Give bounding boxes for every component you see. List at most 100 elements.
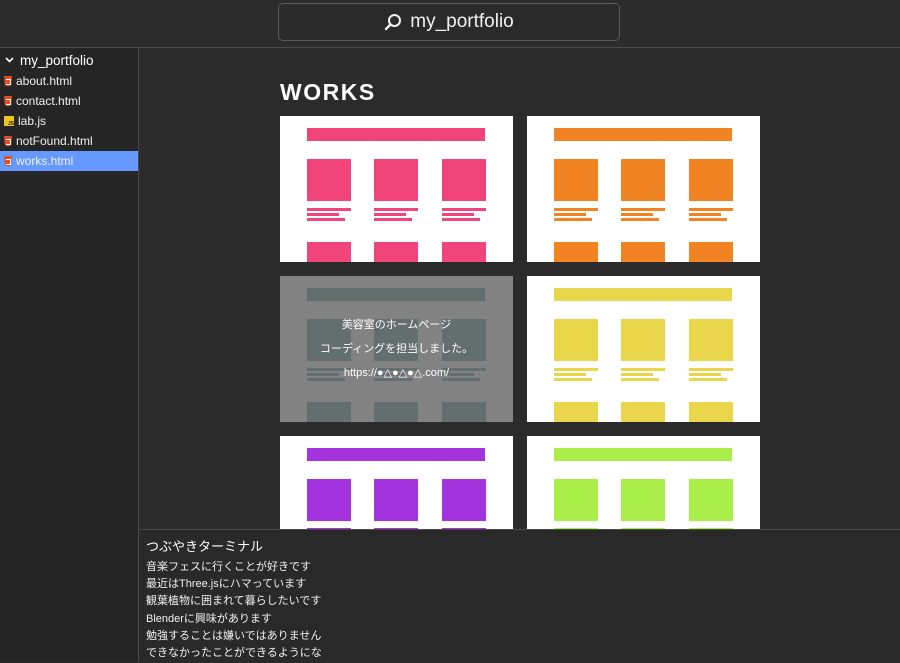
work-card[interactable] (527, 436, 760, 529)
overlay-text: コーディングを担当しました。 (319, 343, 474, 355)
thumb-text-line (689, 368, 733, 371)
work-card[interactable]: 美容室のホームページコーディングを担当しました。 https://●△●△●△.c… (280, 276, 513, 422)
search-icon (385, 14, 402, 31)
thumb-image-block (689, 402, 733, 422)
work-card[interactable] (280, 436, 513, 529)
thumb-image-block (374, 479, 418, 521)
thumb-header-bar (554, 448, 732, 461)
thumb-header-bar (554, 288, 732, 301)
thumb-text-line (621, 208, 665, 211)
terminal-lines: 音楽フェスに行くことが好きです 最近はThree.jsにハマっています観葉植物に囲… (146, 559, 322, 662)
sidebar-item-label: notFound.html (16, 134, 93, 148)
sidebar-item-label: about.html (16, 74, 73, 88)
thumb-text-line (442, 213, 474, 216)
thumb-image-block (307, 159, 351, 201)
thumb-image-block (689, 242, 733, 262)
main-preview: WORKS 美容室のホームページコーディングを担当しました。 https://●△… (139, 48, 900, 529)
thumb-text-line (307, 213, 339, 216)
terminal-line: 勉強することは嫌いではありません (146, 629, 322, 642)
terminal-title: つぶやきターミナル (146, 539, 264, 554)
page-title: WORKS (280, 79, 376, 105)
thumb-image-block (621, 479, 665, 521)
thumb-image-block (689, 319, 733, 361)
search-box[interactable]: my_portfolio (278, 3, 620, 41)
thumb-text-line (689, 218, 727, 221)
file-explorer: my_portfolio about.html contact.html lab.j… (0, 48, 139, 662)
thumb-image-block (554, 242, 598, 262)
thumb-image-block (442, 159, 486, 201)
thumb-image-block (374, 242, 418, 262)
tweet-terminal: つぶやきターミナル 音楽フェスに行くことが好きです 最近はThree.jsにハマっ… (139, 529, 900, 663)
thumb-text-line (689, 373, 721, 376)
sidebar-item-file[interactable]: lab.js (0, 111, 138, 131)
thumb-image-block (554, 402, 598, 422)
terminal-line: 音楽フェスに行くことが好きです (146, 561, 311, 573)
thumb-text-line (554, 378, 592, 381)
work-card-overlay[interactable]: 美容室のホームページコーディングを担当しました。 https://●△●△●△.c… (280, 276, 513, 422)
sidebar-item-label: lab.js (18, 114, 47, 128)
sidebar-item-label: contact.html (16, 94, 81, 108)
thumb-text-line (554, 368, 598, 371)
thumb-header-bar (307, 448, 485, 461)
terminal-line: 最近はThree.jsにハマっています (146, 578, 307, 591)
thumb-text-line (621, 218, 659, 221)
sidebar-item-file[interactable]: about.html (0, 71, 138, 91)
terminal-line: 観葉植物に囲まれて暮らしたいです (146, 595, 322, 608)
thumb-text-line (621, 213, 653, 216)
thumb-text-line (621, 368, 665, 371)
file-list: about.html contact.html lab.js notFound.htm… (0, 71, 138, 171)
thumb-text-line (689, 208, 733, 211)
overlay-text: 美容室のホームページ (341, 319, 452, 331)
overlay-text: https://●△●△●△.com/ (343, 367, 450, 379)
html-file-icon (4, 155, 12, 167)
html-file-icon (4, 75, 12, 87)
folder-my-portfolio[interactable]: my_portfolio (0, 49, 138, 71)
work-card[interactable] (280, 116, 513, 262)
js-file-icon (4, 116, 14, 127)
thumb-header-bar (307, 128, 485, 141)
thumb-text-line (307, 208, 351, 211)
thumb-text-line (374, 213, 406, 216)
thumb-image-block (554, 479, 598, 521)
folder-label: my_portfolio (20, 52, 94, 68)
thumb-text-line (554, 213, 586, 216)
thumb-image-block (621, 242, 665, 262)
html-file-icon (4, 135, 12, 147)
thumb-text-line (442, 208, 486, 211)
html-file-icon (4, 95, 12, 107)
work-card[interactable] (527, 116, 760, 262)
thumb-image-block (621, 402, 665, 422)
thumb-image-block (621, 159, 665, 201)
thumb-text-line (554, 373, 586, 376)
thumb-image-block (307, 479, 351, 521)
thumb-text-line (374, 208, 418, 211)
sidebar-item-file[interactable]: works.html (0, 151, 138, 171)
thumb-header-bar (554, 128, 732, 141)
top-bar: my_portfolio (0, 0, 900, 48)
sidebar-item-label: works.html (16, 154, 74, 168)
thumb-image-block (621, 319, 665, 361)
sidebar-item-file[interactable]: notFound.html (0, 131, 138, 151)
thumb-text-line (442, 218, 480, 221)
thumb-text-line (307, 218, 345, 221)
thumb-image-block (689, 159, 733, 201)
thumb-image-block (554, 319, 598, 361)
thumb-text-line (689, 378, 727, 381)
thumb-image-block (554, 159, 598, 201)
thumb-text-line (689, 213, 721, 216)
search-text: my_portfolio (410, 11, 514, 32)
terminal-line: できなかったことができるようにな (146, 647, 322, 660)
thumb-image-block (442, 242, 486, 262)
thumb-text-line (554, 208, 598, 211)
thumb-text-line (374, 218, 412, 221)
thumb-image-block (307, 242, 351, 262)
chevron-down-icon (5, 57, 14, 63)
thumb-text-line (554, 218, 592, 221)
terminal-line: Blenderに興味があります (146, 612, 272, 625)
work-card[interactable] (527, 276, 760, 422)
thumb-image-block (374, 159, 418, 201)
sidebar-item-file[interactable]: contact.html (0, 91, 138, 111)
thumb-text-line (621, 373, 653, 376)
thumb-image-block (689, 479, 733, 521)
thumb-image-block (442, 479, 486, 521)
